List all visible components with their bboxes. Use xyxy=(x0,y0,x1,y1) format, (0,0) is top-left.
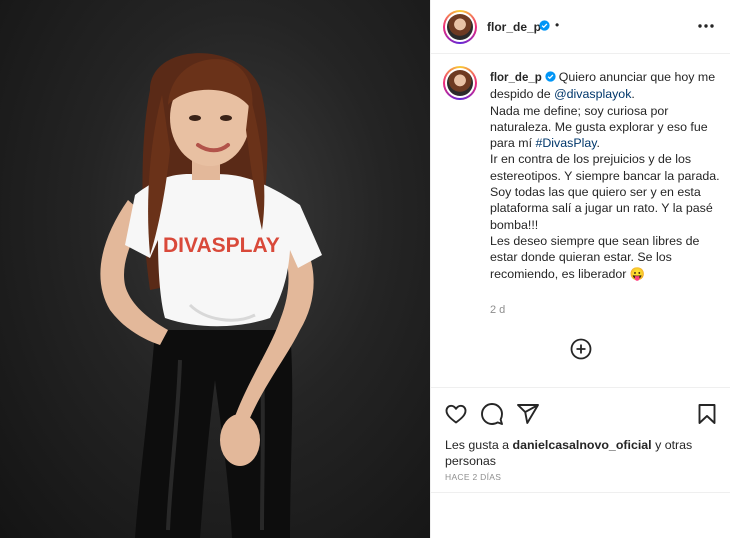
post-photo-illustration: DIVASPLAY xyxy=(100,53,322,538)
divider xyxy=(431,492,730,493)
post-side-panel: flor_de_p • flor_de_p Quiero anunciar que… xyxy=(430,0,730,538)
avatar[interactable] xyxy=(443,10,477,44)
comment-icon[interactable] xyxy=(480,402,504,426)
caption-line: flor_de_p Quiero anunciar que hoy me desp… xyxy=(490,69,722,103)
caption-line: Nada me define; soy curiosa por naturale… xyxy=(490,103,722,152)
caption-area: flor_de_p Quiero anunciar que hoy me desp… xyxy=(431,54,730,386)
hashtag-link[interactable]: #DivasPlay xyxy=(535,136,596,150)
share-icon[interactable] xyxy=(516,402,540,426)
post-photo[interactable]: DIVASPLAY xyxy=(0,0,430,538)
caption-line: Ir en contra de los prejuicios y de los … xyxy=(490,152,720,183)
mention-link[interactable]: @divasplayok xyxy=(554,87,631,101)
caption-username[interactable]: flor_de_p xyxy=(490,72,542,84)
add-comment-icon[interactable] xyxy=(570,338,592,360)
likes-user-link[interactable]: danielcasalnovo_oficial xyxy=(513,438,652,452)
header-separator: • xyxy=(555,18,560,32)
verified-badge-icon xyxy=(539,20,550,31)
caption-avatar[interactable] xyxy=(443,66,477,100)
caption-line: Soy todas las que quiero ser y en esta p… xyxy=(490,185,713,232)
header-username[interactable]: flor_de_p xyxy=(487,20,541,34)
likes-summary: Les gusta a danielcasalnovo_oficial y ot… xyxy=(445,437,721,469)
bookmark-icon[interactable] xyxy=(695,402,719,426)
more-options-icon[interactable] xyxy=(695,18,717,34)
caption-line: Les deseo siempre que sean libres de est… xyxy=(490,233,700,281)
likes-prefix: Les gusta a xyxy=(445,438,513,452)
caption-text: . xyxy=(631,87,635,102)
action-bar xyxy=(431,387,730,437)
comment-time[interactable]: 2 d xyxy=(490,304,505,316)
caption-text: . xyxy=(596,136,600,151)
post-caption: flor_de_p Quiero anunciar que hoy me desp… xyxy=(490,69,722,282)
verified-badge-icon xyxy=(545,71,556,82)
post-header: flor_de_p • xyxy=(431,0,730,54)
heart-icon[interactable] xyxy=(444,402,468,426)
post-date[interactable]: HACE 2 DÍAS xyxy=(445,472,501,482)
shirt-logo-text: DIVASPLAY xyxy=(163,234,280,257)
